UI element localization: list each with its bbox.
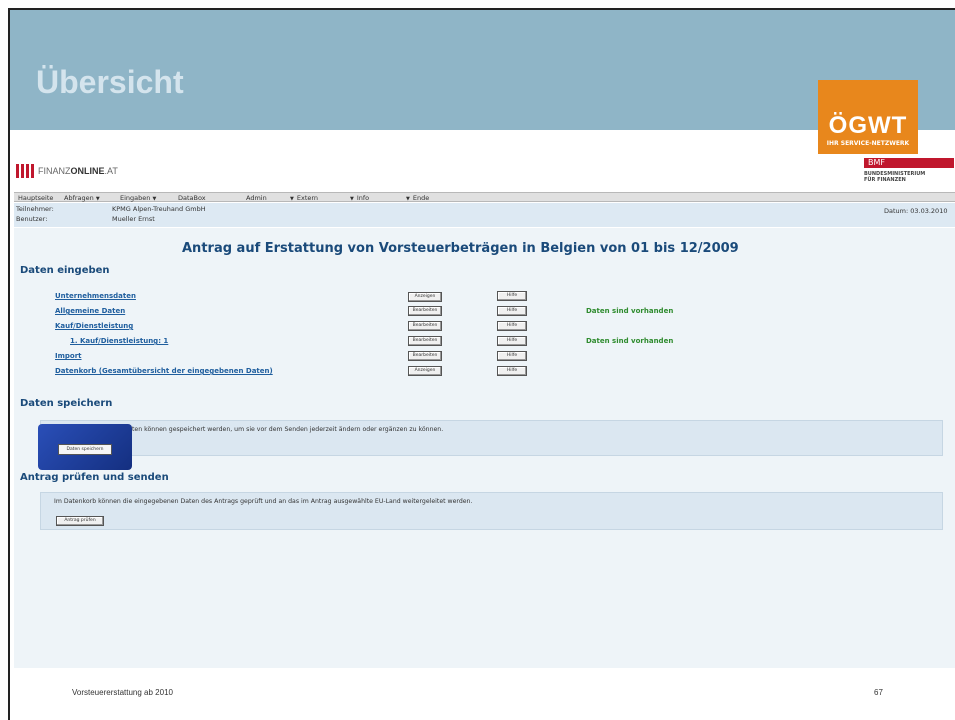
menu-bar: Hauptseite Abfragen ▼ Eingaben ▼ DataBox…: [14, 192, 955, 202]
page-title: Antrag auf Erstattung von Vorsteuerbeträ…: [182, 241, 739, 256]
link-datenkorb[interactable]: Datenkorb (Gesamtübersicht der eingegebe…: [55, 367, 273, 375]
chevron-down-icon: ▼: [290, 196, 294, 202]
save-description: ten können gespeichert werden, um sie vo…: [132, 426, 444, 433]
link-unternehmensdaten[interactable]: Unternehmensdaten: [55, 292, 136, 300]
link-import[interactable]: Import: [55, 352, 82, 360]
hilfe-button[interactable]: Hilfe: [497, 291, 527, 301]
hilfe-button[interactable]: Hilfe: [497, 336, 527, 346]
menu-item-hauptseite[interactable]: Hauptseite: [18, 194, 53, 202]
hilfe-button[interactable]: Hilfe: [497, 306, 527, 316]
bearbeiten-button[interactable]: Bearbeiten: [408, 306, 442, 316]
chevron-down-icon: ▼: [152, 196, 157, 202]
check-description: Im Datenkorb können die eingegebenen Dat…: [54, 498, 473, 505]
slide-title: Übersicht: [36, 64, 184, 100]
anzeigen-button[interactable]: Anzeigen: [408, 366, 442, 376]
benutzer-value: Mueller Ernst: [112, 215, 155, 223]
fo-suffix: .AT: [104, 166, 118, 176]
status-text: Daten sind vorhanden: [586, 307, 674, 315]
benutzer-label: Benutzer:: [16, 215, 48, 223]
bmf-logo: BMF BUNDESMINISTERIUM FÜR FINANZEN: [864, 158, 954, 183]
bearbeiten-button[interactable]: Bearbeiten: [408, 321, 442, 331]
fo-prefix: FINANZ: [38, 166, 71, 176]
bearbeiten-button[interactable]: Bearbeiten: [408, 351, 442, 361]
fo-bold: ONLINE: [70, 166, 105, 176]
finanzonline-logo: FINANZONLINE.AT: [16, 164, 118, 178]
section-title-input: Daten eingeben: [20, 265, 110, 276]
footer-text: Vorsteuererstattung ab 2010: [72, 688, 173, 697]
menu-item-ende[interactable]: ▼ Ende: [406, 194, 429, 202]
menu-item-extern[interactable]: ▼ Extern: [290, 194, 318, 202]
chevron-down-icon: ▼: [350, 196, 354, 202]
hilfe-button[interactable]: Hilfe: [497, 351, 527, 361]
link-kauf-dienstleistung[interactable]: Kauf/Dienstleistung: [55, 322, 133, 330]
bearbeiten-button[interactable]: Bearbeiten: [408, 336, 442, 346]
status-text: Daten sind vorhanden: [586, 337, 674, 345]
datum: Datum: 03.03.2010: [884, 207, 948, 215]
teilnehmer-value: KPMG Alpen-Treuhand GmbH: [112, 205, 206, 213]
menu-item-eingaben[interactable]: Eingaben ▼: [120, 194, 159, 202]
finanzonline-bars-icon: [16, 164, 34, 178]
link-kauf-dienstleistung-1[interactable]: 1. Kauf/Dienstleistung: 1: [70, 337, 168, 345]
menu-item-abfragen[interactable]: Abfragen ▼: [64, 194, 103, 202]
oegwt-logo: ÖGWT IHR SERVICE-NETZWERK: [818, 80, 918, 154]
page-number: 67: [874, 688, 883, 697]
chevron-down-icon: ▼: [406, 196, 410, 202]
bmf-name: BMF: [868, 158, 885, 167]
section-title-check: Antrag prüfen und senden: [20, 472, 169, 483]
link-allgemeine-daten[interactable]: Allgemeine Daten: [55, 307, 125, 315]
teilnehmer-label: Teilnehmer:: [16, 205, 54, 213]
section-title-save: Daten speichern: [20, 398, 113, 409]
oegwt-logo-tagline: IHR SERVICE-NETZWERK: [826, 140, 910, 147]
anzeigen-button[interactable]: Anzeigen: [408, 292, 442, 302]
oegwt-logo-name: ÖGWT: [828, 112, 908, 139]
antrag-pruefen-button[interactable]: Antrag prüfen: [56, 516, 104, 526]
menu-item-admin[interactable]: Admin: [246, 194, 267, 202]
daten-speichern-button[interactable]: Daten speichern: [58, 444, 112, 455]
menu-item-databox[interactable]: DataBox: [178, 194, 206, 202]
menu-item-info[interactable]: ▼ Info: [350, 194, 369, 202]
user-info-bar: Teilnehmer: KPMG Alpen-Treuhand GmbH Ben…: [14, 203, 955, 227]
hilfe-button[interactable]: Hilfe: [497, 321, 527, 331]
hilfe-button[interactable]: Hilfe: [497, 366, 527, 376]
chevron-down-icon: ▼: [95, 196, 100, 202]
bmf-subline2: FÜR FINANZEN: [864, 177, 906, 183]
